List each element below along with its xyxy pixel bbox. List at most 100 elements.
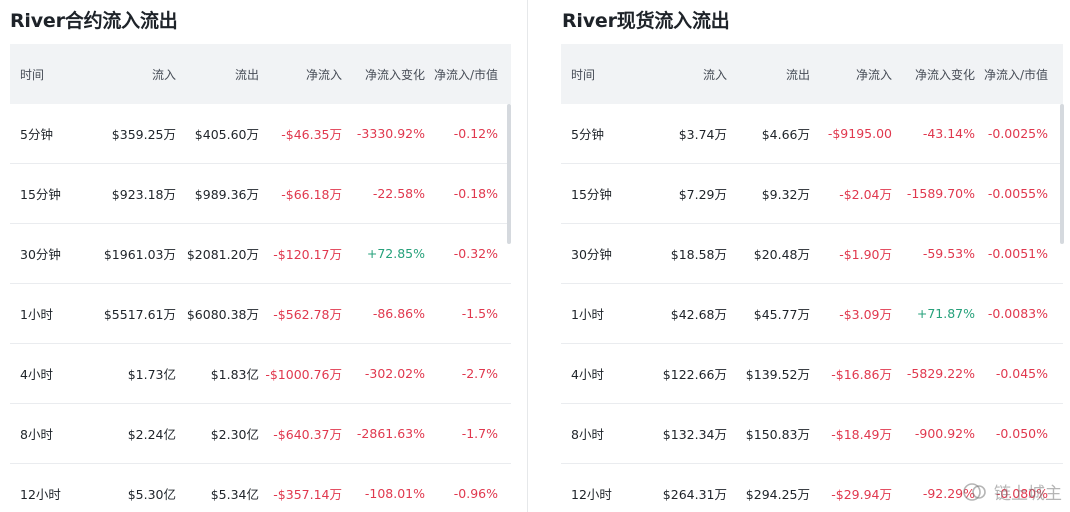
net-change-cell: +72.85% bbox=[366, 246, 425, 261]
net-to-mcap-cell: -0.0083% bbox=[987, 306, 1048, 321]
net-change-cell: +71.87% bbox=[916, 306, 975, 321]
header-net-inflow[interactable]: 净流入 bbox=[259, 66, 342, 83]
spot-flow-panel: River现货流入流出 时间 流入 流出 净流入 净流入变化 净流入/市值 5分… bbox=[544, 0, 1070, 512]
inflow-cell: $264.31万 bbox=[662, 487, 727, 502]
net-to-mcap-cell: -1.5% bbox=[461, 306, 498, 321]
table-scrollbar[interactable] bbox=[507, 104, 511, 244]
time-cell: 15分钟 bbox=[20, 187, 61, 202]
table-row[interactable]: 5分钟 $359.25万 $405.60万 -$46.35万 -3330.92% -0.1… bbox=[10, 104, 511, 164]
header-outflow[interactable]: 流出 bbox=[176, 66, 259, 83]
outflow-cell: $4.66万 bbox=[761, 127, 810, 142]
inflow-cell: $3.74万 bbox=[678, 127, 727, 142]
inflow-cell: $7.29万 bbox=[678, 187, 727, 202]
time-cell: 12小时 bbox=[571, 487, 612, 502]
table-row[interactable]: 8小时 $2.24亿 $2.30亿 -$640.37万 -2861.63% -1.7% bbox=[10, 404, 511, 464]
outflow-cell: $1.83亿 bbox=[210, 367, 259, 382]
inflow-cell: $1.73亿 bbox=[127, 367, 176, 382]
table-row[interactable]: 4小时 $122.66万 $139.52万 -$16.86万 -5829.22% -0.0… bbox=[561, 344, 1063, 404]
outflow-cell: $5.34亿 bbox=[210, 487, 259, 502]
header-outflow[interactable]: 流出 bbox=[727, 66, 810, 83]
inflow-cell: $122.66万 bbox=[662, 367, 727, 382]
outflow-cell: $45.77万 bbox=[753, 307, 810, 322]
time-cell: 4小时 bbox=[20, 367, 53, 382]
net-change-cell: -59.53% bbox=[922, 246, 975, 261]
table-header: 时间 流入 流出 净流入 净流入变化 净流入/市值 bbox=[10, 44, 511, 104]
table-header: 时间 流入 流出 净流入 净流入变化 净流入/市值 bbox=[561, 44, 1063, 104]
time-cell: 8小时 bbox=[571, 427, 604, 442]
net-to-mcap-cell: -0.0051% bbox=[987, 246, 1048, 261]
net-inflow-cell: -$357.14万 bbox=[273, 487, 342, 502]
net-change-cell: -86.86% bbox=[372, 306, 425, 321]
net-change-cell: -22.58% bbox=[372, 186, 425, 201]
net-inflow-cell: -$2.04万 bbox=[839, 187, 892, 202]
net-to-mcap-cell: -0.96% bbox=[453, 486, 498, 501]
outflow-cell: $294.25万 bbox=[745, 487, 810, 502]
net-change-cell: -108.01% bbox=[364, 486, 425, 501]
table-row[interactable]: 15分钟 $923.18万 $989.36万 -$66.18万 -22.58% -0.18… bbox=[10, 164, 511, 224]
table-row[interactable]: 4小时 $1.73亿 $1.83亿 -$1000.76万 -302.02% -2.7% bbox=[10, 344, 511, 404]
watermark-text: 链上城主 bbox=[994, 484, 1062, 504]
outflow-cell: $9.32万 bbox=[761, 187, 810, 202]
table-row[interactable]: 5分钟 $3.74万 $4.66万 -$9195.00 -43.14% -0.0025% bbox=[561, 104, 1063, 164]
inflow-cell: $5517.61万 bbox=[103, 307, 176, 322]
time-cell: 5分钟 bbox=[20, 127, 53, 142]
header-inflow[interactable]: 流入 bbox=[641, 66, 727, 83]
outflow-cell: $989.36万 bbox=[194, 187, 259, 202]
table-row[interactable]: 30分钟 $1961.03万 $2081.20万 -$120.17万 +72.85% -0… bbox=[10, 224, 511, 284]
header-inflow[interactable]: 流入 bbox=[90, 66, 176, 83]
header-net-change[interactable]: 净流入变化 bbox=[342, 66, 425, 83]
inflow-cell: $923.18万 bbox=[111, 187, 176, 202]
net-change-cell: -3330.92% bbox=[356, 126, 425, 141]
time-cell: 4小时 bbox=[571, 367, 604, 382]
table-row[interactable]: 30分钟 $18.58万 $20.48万 -$1.90万 -59.53% -0.0051% bbox=[561, 224, 1063, 284]
table-body: 5分钟 $3.74万 $4.66万 -$9195.00 -43.14% -0.0025% 1… bbox=[561, 104, 1063, 512]
net-change-cell: -43.14% bbox=[922, 126, 975, 141]
net-inflow-cell: -$18.49万 bbox=[831, 427, 892, 442]
net-to-mcap-cell: -0.12% bbox=[453, 126, 498, 141]
inflow-cell: $132.34万 bbox=[662, 427, 727, 442]
net-inflow-cell: -$46.35万 bbox=[281, 127, 342, 142]
table-row[interactable]: 1小时 $5517.61万 $6080.38万 -$562.78万 -86.86% -1.… bbox=[10, 284, 511, 344]
table-scrollbar[interactable] bbox=[1060, 104, 1064, 244]
inflow-cell: $5.30亿 bbox=[127, 487, 176, 502]
header-time[interactable]: 时间 bbox=[10, 66, 90, 83]
net-inflow-cell: -$1.90万 bbox=[839, 247, 892, 262]
net-to-mcap-cell: -0.18% bbox=[453, 186, 498, 201]
net-to-mcap-cell: -0.0055% bbox=[987, 186, 1048, 201]
header-net-change[interactable]: 净流入变化 bbox=[892, 66, 975, 83]
time-cell: 5分钟 bbox=[571, 127, 604, 142]
table-row[interactable]: 12小时 $5.30亿 $5.34亿 -$357.14万 -108.01% -0.96% bbox=[10, 464, 511, 512]
time-cell: 1小时 bbox=[20, 307, 53, 322]
contract-flow-panel: River合约流入流出 时间 流入 流出 净流入 净流入变化 净流入/市值 5分… bbox=[0, 0, 527, 512]
table-row[interactable]: 15分钟 $7.29万 $9.32万 -$2.04万 -1589.70% -0.0055% bbox=[561, 164, 1063, 224]
watermark: 链上城主 bbox=[962, 479, 1062, 504]
net-to-mcap-cell: -1.7% bbox=[461, 426, 498, 441]
panel-divider bbox=[527, 0, 528, 512]
net-to-mcap-cell: -0.050% bbox=[995, 426, 1048, 441]
time-cell: 30分钟 bbox=[20, 247, 61, 262]
table-row[interactable]: 1小时 $42.68万 $45.77万 -$3.09万 +71.87% -0.0083% bbox=[561, 284, 1063, 344]
outflow-cell: $2.30亿 bbox=[210, 427, 259, 442]
net-change-cell: -1589.70% bbox=[906, 186, 975, 201]
outflow-cell: $2081.20万 bbox=[186, 247, 259, 262]
inflow-cell: $1961.03万 bbox=[103, 247, 176, 262]
header-net-to-mcap[interactable]: 净流入/市值 bbox=[425, 66, 498, 83]
net-change-cell: -302.02% bbox=[364, 366, 425, 381]
time-cell: 30分钟 bbox=[571, 247, 612, 262]
table-body: 5分钟 $359.25万 $405.60万 -$46.35万 -3330.92% -0.1… bbox=[10, 104, 511, 512]
net-to-mcap-cell: -0.32% bbox=[453, 246, 498, 261]
net-change-cell: -2861.63% bbox=[356, 426, 425, 441]
net-inflow-cell: -$66.18万 bbox=[281, 187, 342, 202]
panel-title: River现货流入流出 bbox=[562, 10, 730, 32]
time-cell: 12小时 bbox=[20, 487, 61, 502]
inflow-cell: $18.58万 bbox=[670, 247, 727, 262]
blockchain-logo-icon bbox=[963, 482, 986, 501]
contract-flow-table: 时间 流入 流出 净流入 净流入变化 净流入/市值 5分钟 $359.25万 $40… bbox=[10, 44, 511, 512]
outflow-cell: $139.52万 bbox=[745, 367, 810, 382]
table-row[interactable]: 8小时 $132.34万 $150.83万 -$18.49万 -900.92% -0.05… bbox=[561, 404, 1063, 464]
header-net-to-mcap[interactable]: 净流入/市值 bbox=[975, 66, 1048, 83]
header-time[interactable]: 时间 bbox=[561, 66, 641, 83]
outflow-cell: $405.60万 bbox=[194, 127, 259, 142]
header-net-inflow[interactable]: 净流入 bbox=[810, 66, 892, 83]
net-inflow-cell: -$29.94万 bbox=[831, 487, 892, 502]
